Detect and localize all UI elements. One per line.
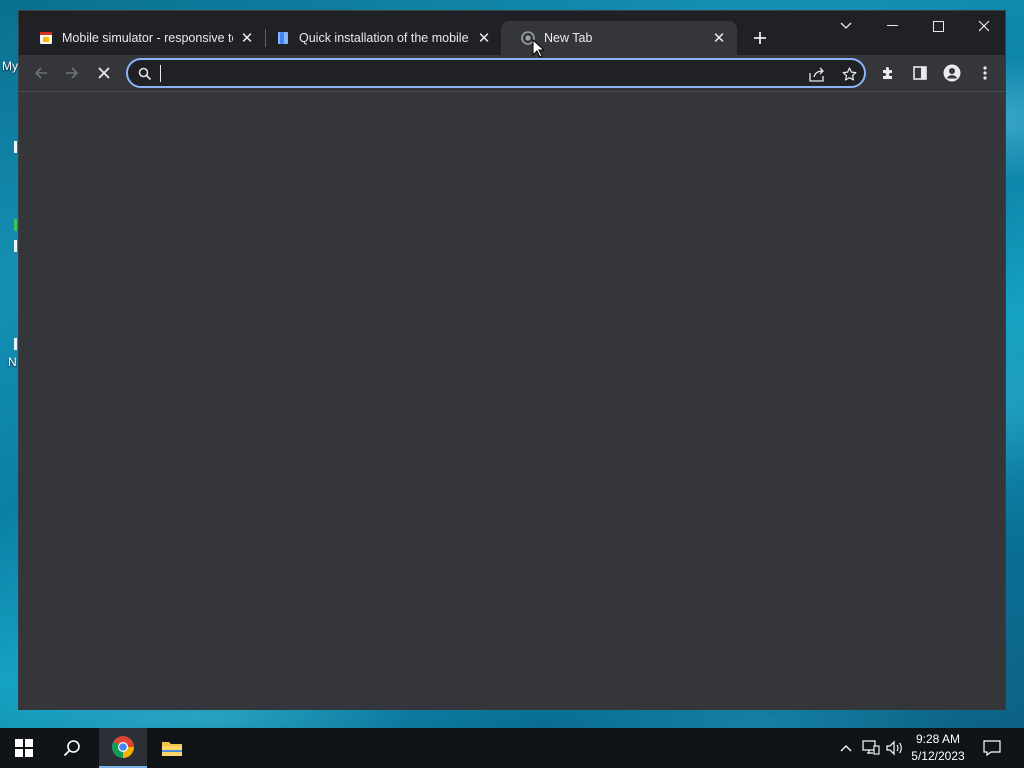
maximize-button[interactable]	[915, 11, 961, 41]
taskbar-search-button[interactable]	[48, 728, 96, 768]
desktop-icon-fragment[interactable]	[14, 141, 17, 153]
start-button[interactable]	[0, 728, 48, 768]
page-content-area	[19, 91, 1005, 710]
mobile-simulator-favicon-icon	[39, 31, 53, 45]
tab-title: Mobile simulator - responsive te	[62, 31, 233, 45]
side-panel-icon	[913, 66, 927, 80]
network-button[interactable]	[860, 728, 882, 768]
browser-menu-button[interactable]	[971, 59, 999, 87]
close-tab-icon[interactable]: ✕	[239, 30, 255, 47]
tab-quick-installation[interactable]: Quick installation of the mobile s ✕	[256, 21, 502, 55]
network-icon	[862, 740, 880, 755]
maximize-icon	[932, 20, 944, 32]
chevron-down-icon	[840, 22, 852, 29]
tab-search-button[interactable]	[823, 11, 869, 41]
tab-title: New Tab	[544, 31, 593, 45]
back-button[interactable]	[27, 59, 55, 87]
search-icon	[63, 740, 80, 757]
windows-start-icon	[15, 739, 33, 757]
share-icon	[809, 67, 824, 82]
clock-time: 9:28 AM	[915, 732, 961, 746]
address-bar[interactable]	[126, 58, 866, 88]
bookmark-button[interactable]	[838, 64, 860, 84]
tab-title: Quick installation of the mobile s	[299, 31, 470, 45]
profile-icon	[943, 64, 961, 82]
close-window-icon	[978, 20, 990, 32]
close-tab-icon[interactable]: ✕	[711, 30, 727, 47]
search-icon	[138, 67, 152, 81]
forward-button[interactable]	[58, 59, 86, 87]
browser-window: Mobile simulator - responsive te ✕ Quick…	[18, 10, 1006, 710]
new-tab-button[interactable]	[747, 25, 773, 51]
close-window-button[interactable]	[961, 11, 1007, 41]
desktop-icon-fragment[interactable]	[14, 240, 17, 252]
tab-strip: Mobile simulator - responsive te ✕ Quick…	[19, 11, 1005, 55]
taskbar-file-explorer-button[interactable]	[148, 728, 196, 768]
desktop-icon-label[interactable]: N	[8, 355, 17, 369]
show-hidden-icons-button[interactable]	[836, 728, 856, 768]
stop-loading-button[interactable]	[90, 59, 118, 87]
back-arrow-icon	[34, 67, 47, 79]
profile-button[interactable]	[938, 59, 966, 87]
extensions-button[interactable]	[874, 59, 902, 87]
document-favicon-icon	[276, 31, 290, 45]
clock-date: 5/12/2023	[911, 749, 965, 763]
notification-icon	[983, 740, 1001, 756]
desktop-icon-fragment[interactable]	[14, 338, 17, 350]
volume-button[interactable]	[884, 728, 906, 768]
stop-loading-icon	[98, 67, 110, 79]
forward-arrow-icon	[66, 67, 79, 79]
bookmark-star-icon	[842, 66, 856, 81]
volume-icon	[886, 740, 902, 756]
share-button[interactable]	[806, 64, 828, 84]
text-caret	[160, 65, 161, 82]
desktop-icon-label[interactable]: My	[2, 59, 18, 73]
side-panel-button[interactable]	[906, 59, 934, 87]
show-hidden-chevron-icon	[840, 745, 852, 752]
action-center-button[interactable]	[978, 728, 1006, 768]
browser-toolbar	[19, 55, 1005, 91]
mouse-cursor-icon	[532, 38, 546, 63]
chrome-icon	[112, 736, 134, 758]
minimize-icon	[886, 25, 898, 26]
kebab-menu-icon	[983, 66, 987, 80]
close-tab-icon[interactable]: ✕	[476, 30, 492, 47]
extensions-puzzle-icon	[883, 67, 892, 79]
file-explorer-icon	[162, 742, 182, 756]
desktop-icon-fragment[interactable]	[14, 219, 17, 231]
taskbar: 9:28 AM 5/12/2023	[0, 728, 1024, 768]
address-input[interactable]	[156, 64, 796, 82]
tab-mobile-simulator[interactable]: Mobile simulator - responsive te ✕	[19, 21, 265, 55]
taskbar-chrome-button[interactable]	[99, 728, 147, 768]
taskbar-clock[interactable]: 9:28 AM 5/12/2023	[904, 731, 972, 765]
plus-icon	[754, 32, 766, 44]
minimize-button[interactable]	[869, 11, 915, 41]
